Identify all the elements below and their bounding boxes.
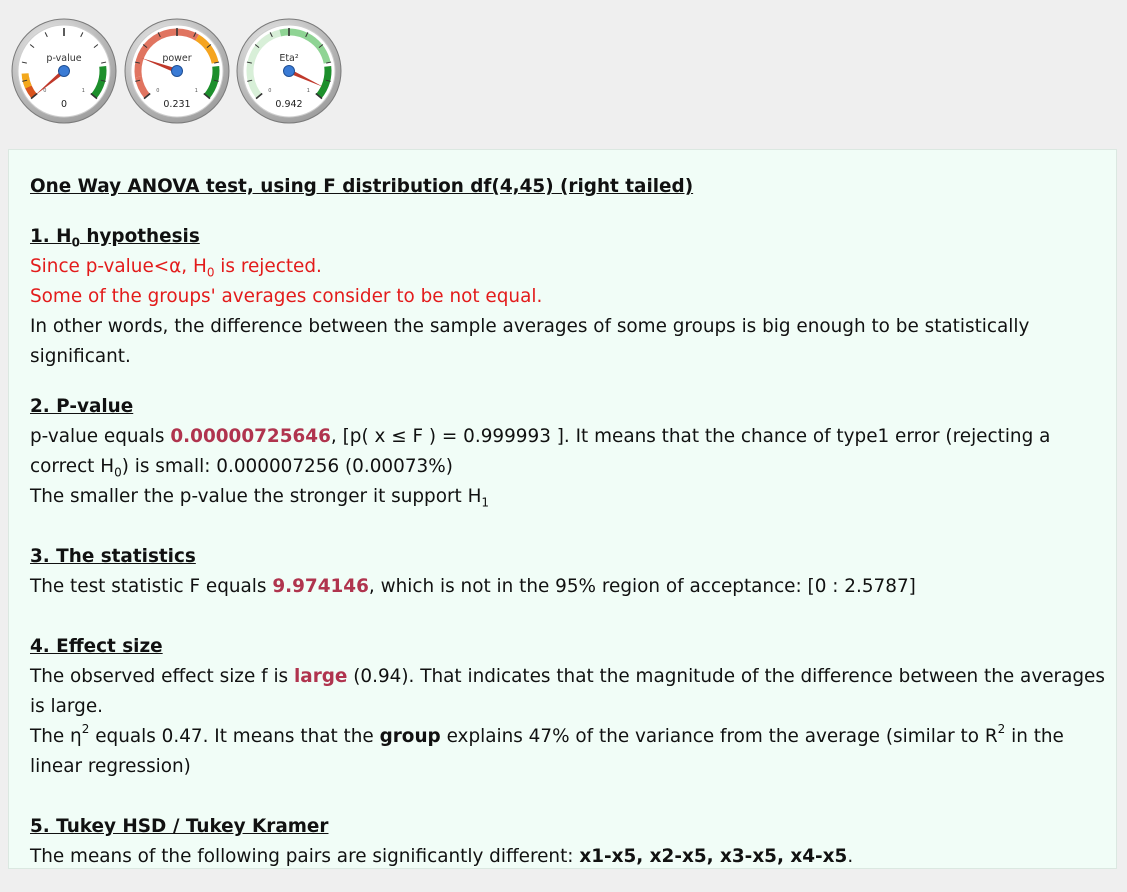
pvalue-number: 0.00000725646 [170,426,331,447]
gauge-value: 0.231 [163,99,190,110]
rejection-text: Since p-value<α, H [30,256,207,277]
effect-size-label: large [293,666,348,687]
effect-text: The observed effect size f is [30,666,294,687]
statistic-line: The test statistic F equals 9.974146, wh… [30,572,1105,602]
tukey-text: The means of the following pairs are sig… [30,846,580,867]
eta-superscript: 2 [81,721,90,736]
pvalue-text-end: ) is small: 0.000007256 (0.00073%) [121,456,453,477]
rejection-text-end: is rejected. [214,256,322,277]
statistic-text: The test statistic F equals [30,576,273,597]
gauge-row: 0 1 p-value 0 0 1 power 0.231 0 1 Eta² 0.942 [0,0,1127,140]
gauge-min-label: 0 [268,88,271,94]
heading-subscript: 0 [71,235,80,250]
power-gauge: 0 1 power 0.231 [124,18,230,124]
section-statistics: 3. The statistics The test statistic F e… [30,542,1105,602]
report-title: One Way ANOVA test, using F distribution… [30,176,694,197]
gauge-hub [171,65,183,77]
eta-gauge: 0 1 Eta² 0.942 [236,18,342,124]
pvalue-subscript: 0 [114,465,122,480]
effect-size-paragraph: The observed effect size f is large (0.9… [30,662,1105,722]
section-effect-heading: 4. Effect size [30,636,163,657]
tukey-period: . [847,846,854,867]
pvalue-support-line: The smaller the p-value the stronger it … [30,482,1105,512]
section-hypothesis-heading: 1. H0 hypothesis [30,222,1105,252]
rejection-line: Since p-value<α, H0 is rejected. [30,252,1105,282]
r-superscript: 2 [997,721,1006,736]
power-gauge-svg: 0 1 power 0.231 [124,18,230,124]
gauge-min-label: 0 [156,88,159,94]
f-statistic-value: 9.974146 [272,576,369,597]
gauge-label: power [162,53,191,64]
section-tukey: 5. Tukey HSD / Tukey Kramer The means of… [30,812,1105,872]
eta-text-mid: equals 0.47. It means that the [89,726,380,747]
p-value-gauge-svg: 0 1p-value0 [11,18,117,124]
gauge-max-label: 1 [307,88,310,94]
tukey-pairs: x1-x5, x2-x5, x3-x5, x4-x5 [579,846,848,867]
eta-gauge-svg: 0 1 Eta² 0.942 [236,18,342,124]
section-statistics-heading: 3. The statistics [30,546,196,567]
group-word: group [379,726,441,747]
eta-paragraph: The η2 equals 0.47. It means that the gr… [30,722,1105,782]
section-tukey-heading: 5. Tukey HSD / Tukey Kramer [30,816,329,837]
p-value-gauge: 0 1 p-value 0 [11,18,117,124]
heading-text-end: hypothesis [79,226,200,247]
gauge-label: Eta² [279,53,299,64]
section-pvalue: 2. P-value p-value equals 0.00000725646,… [30,392,1105,512]
explanation-line: In other words, the difference between t… [30,316,1030,367]
section-effect-size: 4. Effect size The observed effect size … [30,632,1105,782]
gauge-label: p-value [46,53,81,64]
gauge-max-label: 1 [195,88,198,94]
eta-text: The η [30,726,82,747]
support-text: The smaller the p-value the stronger it … [30,486,482,507]
gauge-value: 0.942 [275,99,302,110]
gauge-max-label: 1 [82,88,85,94]
gauge-hub [283,65,295,77]
result-panel: One Way ANOVA test, using F distribution… [8,149,1117,869]
section-hypothesis: 1. H0 hypothesis Since p-value<α, H0 is … [30,222,1105,372]
support-subscript: 1 [481,495,490,510]
heading-text: 1. H [30,226,72,247]
result-content: One Way ANOVA test, using F distribution… [30,168,1105,892]
section-pvalue-heading: 2. P-value [30,396,134,417]
statistic-text-end: , which is not in the 95% region of acce… [368,576,916,597]
pvalue-paragraph: p-value equals 0.00000725646, [p( x ≤ F … [30,422,1105,482]
gauge-hub [58,65,70,77]
tukey-line: The means of the following pairs are sig… [30,842,1105,872]
gauge-value: 0 [61,99,67,110]
eta-text-mid2: explains 47% of the variance from the av… [440,726,998,747]
conclusion-line: Some of the groups' averages consider to… [30,286,543,307]
pvalue-text: p-value equals [30,426,171,447]
